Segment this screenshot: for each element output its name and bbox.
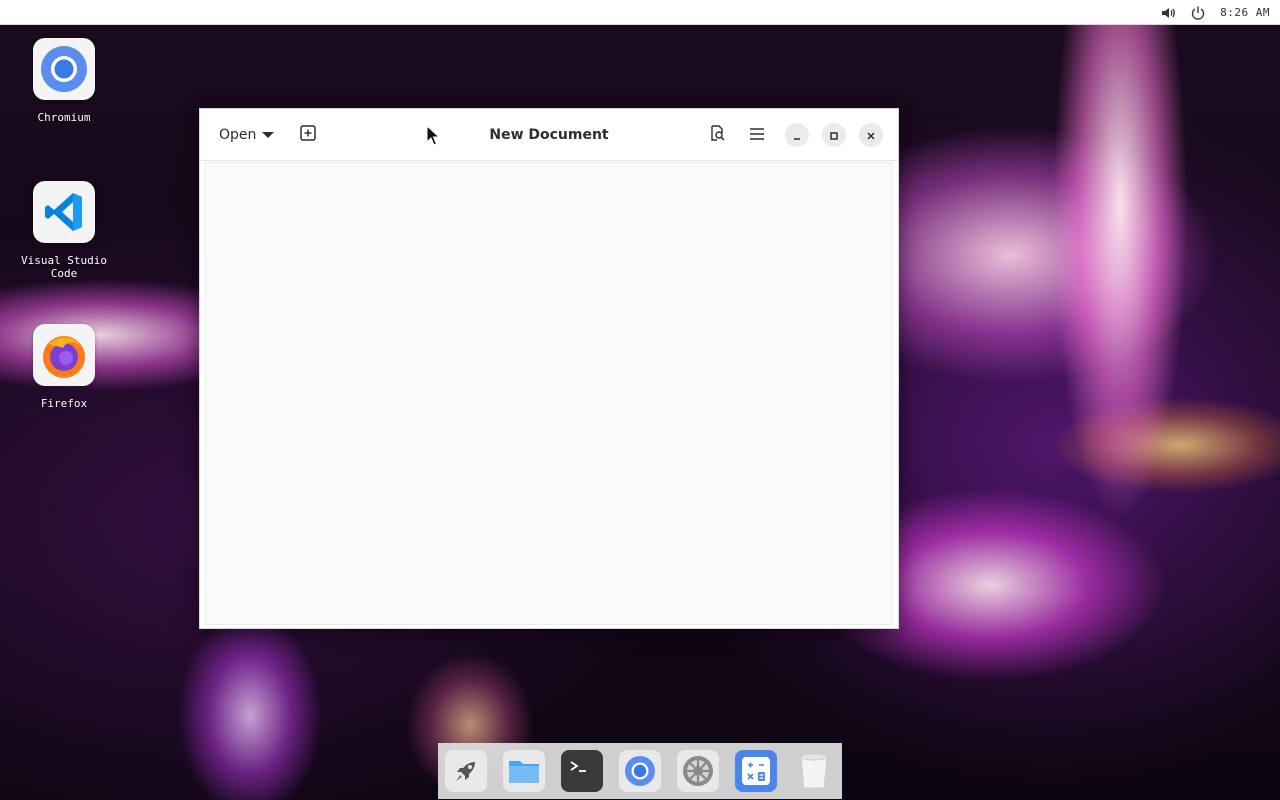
desktop-icon-chromium[interactable]: Chromium <box>9 38 119 124</box>
chromium-icon[interactable] <box>33 38 95 100</box>
text-editor-window[interactable]: Open New Document <box>199 108 899 629</box>
maximize-icon <box>829 126 839 145</box>
files-folder-icon[interactable] <box>503 750 545 792</box>
new-tab-button[interactable] <box>294 121 322 149</box>
terminal-icon[interactable] <box>561 750 603 792</box>
firefox-icon[interactable] <box>33 324 95 386</box>
chromium-icon[interactable] <box>619 750 661 792</box>
search-document-button[interactable] <box>703 121 731 149</box>
minimize-button[interactable] <box>785 123 809 147</box>
volume-icon[interactable] <box>1160 5 1176 21</box>
mouse-pointer-icon <box>426 124 441 151</box>
system-tray: 8:26 AM <box>1160 0 1270 25</box>
desktop-icon-label: Visual Studio Code <box>20 254 108 280</box>
desktop-icon-label: Firefox <box>40 397 88 410</box>
launcher-rocket-icon[interactable] <box>445 750 487 792</box>
close-icon <box>866 126 876 145</box>
text-editor-area[interactable] <box>205 162 893 625</box>
chevron-down-icon <box>262 127 275 143</box>
main-menu-button[interactable] <box>743 121 771 149</box>
settings-gear-icon[interactable] <box>677 750 719 792</box>
header-bar[interactable]: Open New Document <box>200 109 898 161</box>
top-panel: 8:26 AM <box>0 0 1280 25</box>
vscode-icon[interactable] <box>33 181 95 243</box>
desktop-icon-firefox[interactable]: Firefox <box>9 324 119 410</box>
calculator-icon[interactable] <box>735 750 777 792</box>
search-document-icon <box>709 125 725 145</box>
desktop-icon-vscode[interactable]: Visual Studio Code <box>9 181 119 280</box>
hamburger-menu-icon <box>749 126 765 145</box>
new-tab-icon <box>300 125 316 145</box>
desktop-icon-label: Chromium <box>37 111 91 124</box>
dock <box>438 743 842 799</box>
maximize-button[interactable] <box>822 123 846 147</box>
open-button[interactable]: Open <box>212 121 281 149</box>
minimize-icon <box>792 126 802 145</box>
clock[interactable]: 8:26 AM <box>1220 6 1270 19</box>
close-button[interactable] <box>859 123 883 147</box>
trash-icon[interactable] <box>793 750 835 792</box>
open-button-label: Open <box>219 127 257 143</box>
power-icon[interactable] <box>1190 5 1206 21</box>
